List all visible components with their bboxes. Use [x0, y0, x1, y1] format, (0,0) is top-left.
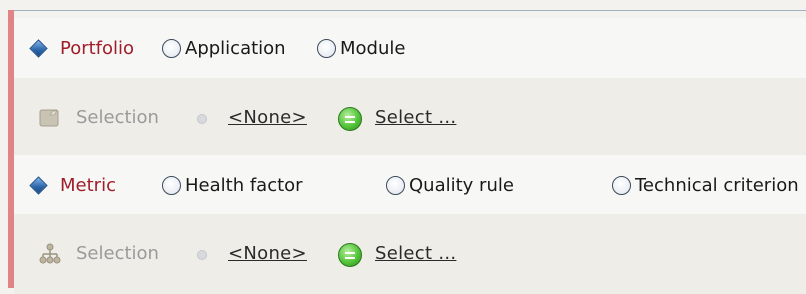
radio-module-label: Module	[340, 37, 406, 59]
folder-icon	[39, 109, 59, 127]
metric-select-icon[interactable]	[338, 243, 362, 267]
radio-circle-icon[interactable]	[317, 38, 336, 58]
metric-title: Metric	[60, 174, 116, 196]
portfolio-selection-row: Selection <None> Select ...	[14, 78, 806, 158]
metric-select-link[interactable]: Select ...	[375, 242, 456, 266]
metric-none-link[interactable]: <None>	[228, 242, 307, 266]
radio-quality-rule[interactable]: Quality rule	[386, 173, 514, 197]
radio-circle-icon[interactable]	[612, 175, 631, 195]
radio-technical-criterion[interactable]: Technical criterion	[612, 173, 799, 197]
radio-module[interactable]: Module	[317, 36, 405, 60]
radio-quality-rule-label: Quality rule	[409, 174, 514, 196]
metric-header-row: Metric Health factor Quality rule Techni…	[14, 155, 806, 216]
frame-top-border	[14, 10, 806, 11]
radio-circle-icon[interactable]	[162, 38, 181, 58]
metric-selection-row: Selection <None> Select ...	[14, 214, 806, 294]
radio-technical-criterion-label: Technical criterion	[635, 174, 799, 196]
portfolio-diamond-icon	[29, 39, 48, 58]
portfolio-selection-label: Selection	[76, 107, 159, 128]
hierarchy-icon	[39, 243, 61, 264]
portfolio-none-radio[interactable]	[197, 114, 207, 124]
metric-none-radio[interactable]	[197, 250, 207, 260]
radio-health-factor-label: Health factor	[185, 174, 303, 196]
portfolio-select-icon[interactable]	[338, 107, 362, 131]
portfolio-title: Portfolio	[60, 37, 135, 59]
metric-selection-label: Selection	[76, 243, 159, 264]
portfolio-select-link[interactable]: Select ...	[375, 106, 456, 130]
metric-diamond-icon	[29, 176, 48, 195]
portfolio-header-row: Portfolio Application Module	[14, 18, 806, 79]
radio-application[interactable]: Application	[162, 36, 286, 60]
portfolio-none-link[interactable]: <None>	[228, 106, 307, 130]
radio-circle-icon[interactable]	[386, 175, 405, 195]
radio-application-label: Application	[185, 37, 286, 59]
radio-health-factor[interactable]: Health factor	[162, 173, 303, 197]
radio-circle-icon[interactable]	[162, 175, 181, 195]
